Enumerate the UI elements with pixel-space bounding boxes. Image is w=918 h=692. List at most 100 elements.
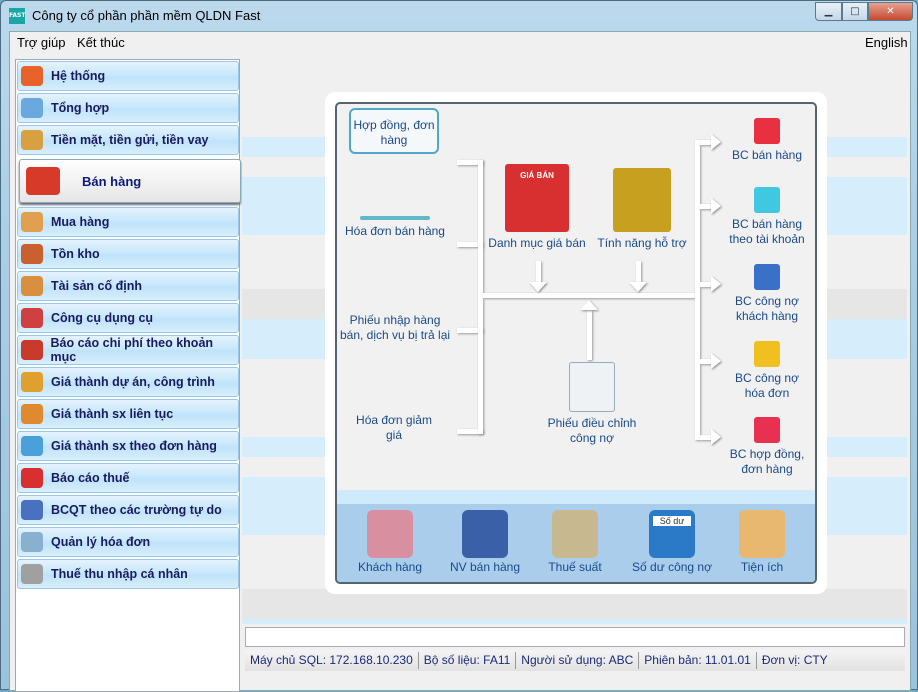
sidebar-item[interactable]: Báo cáo thuế (17, 463, 239, 493)
shortcut-label: Khách hàng (357, 560, 423, 574)
sidebar-item-label: BCQT theo các trường tự do (51, 503, 222, 517)
shortcut-item[interactable]: Khách hàng (345, 510, 435, 574)
title-bar: FAST Công ty cổ phần phần mềm QLDN Fast … (1, 1, 918, 31)
balance-book-icon-badge: Số dư (653, 516, 691, 526)
sidebar-item-label: Giá thành sx theo đơn hàng (51, 439, 217, 453)
bank-icon (21, 130, 43, 150)
report-item[interactable]: BC bán hàng theo tài khoản (725, 187, 809, 247)
node-label: Hợp đồng, đơn hàng (353, 118, 435, 147)
sidebar-item-label: Công cụ dụng cụ (51, 311, 154, 325)
sidebar-item[interactable]: Tồn kho (17, 239, 239, 269)
truck-icon (26, 167, 60, 195)
chart-icon (21, 98, 43, 118)
sidebar-item[interactable]: Báo cáo chi phí theo khoản mục (17, 335, 239, 365)
sidebar-item[interactable]: Quản lý hóa đơn (17, 527, 239, 557)
node-label: Hóa đơn bán hàng (345, 224, 445, 238)
sidebar-item-label: Giá thành sx liên tục (51, 407, 174, 421)
sidebar-item-label: Bán hàng (82, 173, 142, 189)
status-field: Người sử dụng: ABC (516, 652, 640, 669)
status-field: Bộ số liệu: FA11 (419, 652, 517, 669)
node-label: Phiếu điều chỉnh công nợ (547, 416, 637, 445)
sidebar-item-label: Thuế thu nhập cá nhân (51, 567, 188, 581)
calculator-icon (21, 436, 43, 456)
report-item[interactable]: BC công nợ khách hàng (725, 264, 809, 324)
shortcut-item[interactable]: Số dư Số dư công nợ (627, 510, 717, 574)
sidebar: Hệ thống Tổng hợp Tiền mặt, tiền gửi, tiền… (15, 59, 241, 692)
sidebar-item-label: Hệ thống (51, 69, 106, 83)
shortcut-label: NV bán hàng (449, 560, 521, 574)
minimize-button[interactable]: ▁ (815, 2, 842, 21)
warehouse-icon (21, 244, 43, 264)
diagram-item-left[interactable]: Hóa đơn bán hàng (345, 216, 445, 239)
app-logo-icon: FAST (9, 8, 25, 24)
sidebar-item-label: Tổng hợp (51, 101, 110, 115)
diagram-item-left[interactable]: Phiếu nhập hàng bán, dịch vụ bị trả lại (339, 309, 451, 343)
adjustment-form-icon (569, 362, 615, 412)
sidebar-item[interactable]: Hệ thống (17, 61, 239, 91)
report-item[interactable]: BC công nợ hóa đơn (725, 341, 809, 401)
shortcut-item[interactable]: Thuế suất (530, 510, 620, 574)
shortcut-item[interactable]: NV bán hàng (440, 510, 530, 574)
client-area: Trợ giúp Kết thúc English Hệ thống Tổng h… (9, 31, 911, 692)
sales-staff-icon (462, 510, 508, 558)
cart-icon (21, 500, 43, 520)
sidebar-item[interactable]: BCQT theo các trường tự do (17, 495, 239, 525)
toolbox-icon (21, 308, 43, 328)
menu-exit[interactable]: Kết thúc (77, 35, 125, 50)
shortcut-item[interactable]: Tiện ích (717, 510, 807, 574)
node-label: Hóa đơn giảm giá (356, 413, 432, 442)
maximize-button[interactable]: □ (842, 2, 868, 21)
node-label: Tính năng hỗ trợ (597, 236, 687, 250)
sidebar-item[interactable]: Thuế thu nhập cá nhân (17, 559, 239, 589)
window-title: Công ty cổ phần phần mềm QLDN Fast (32, 8, 261, 23)
status-bar: Máy chủ SQL: 172.168.10.230 Bộ số liệu: F… (245, 650, 905, 671)
sidebar-item[interactable]: Tiền mặt, tiền gửi, tiền vay (17, 125, 239, 155)
sidebar-item-label: Báo cáo chi phí theo khoản mục (50, 336, 214, 364)
shortcut-label: Số dư công nợ (632, 560, 712, 574)
sidebar-item[interactable]: Tài sản cố định (17, 271, 239, 301)
report-item[interactable]: BC bán hàng (725, 118, 809, 163)
person-icon (21, 564, 43, 584)
customers-icon (367, 510, 413, 558)
sidebar-item[interactable]: Tổng hợp (17, 93, 239, 123)
report-book-icon (754, 417, 780, 443)
report-book-icon (754, 341, 780, 367)
sidebar-item-label: Mua hàng (51, 215, 110, 229)
report-book-icon (754, 264, 780, 290)
report-book-icon (754, 187, 780, 213)
sidebar-item[interactable]: Giá thành sx liên tục (17, 399, 239, 429)
main-area: Hợp đồng, đơn hàng Hóa đơn bán hàng Phiếu … (242, 59, 907, 624)
diagram-item-middle[interactable]: GIÁ BÁN Danh mục giá bán (487, 164, 587, 251)
sidebar-item-label: Quản lý hóa đơn (51, 535, 151, 549)
sidebar-item[interactable]: Giá thành sx theo đơn hàng (17, 431, 239, 461)
dollar-briefcase-icon (613, 168, 671, 232)
close-button[interactable]: ✕ (868, 2, 913, 21)
report-item[interactable]: BC hợp đồng, đơn hàng (725, 417, 809, 477)
node-label: BC bán hàng theo tài khoản (729, 217, 805, 246)
diagram-item-middle[interactable]: Tính năng hỗ trợ (592, 168, 692, 251)
sidebar-item-label: Tài sản cố định (51, 279, 142, 293)
shortcut-label: Tiện ích (740, 560, 784, 574)
node-label: Danh mục giá bán (488, 236, 586, 250)
language-english[interactable]: English (865, 35, 908, 50)
status-field: Máy chủ SQL: 172.168.10.230 (245, 652, 419, 669)
diagram-item-left[interactable]: Hóa đơn giảm giá (349, 409, 439, 443)
diagram-item-middle[interactable]: Phiếu điều chỉnh công nợ (537, 362, 647, 446)
cog-icon (21, 404, 43, 424)
workflow-diagram: Hợp đồng, đơn hàng Hóa đơn bán hàng Phiếu … (335, 102, 817, 584)
node-label: BC bán hàng (731, 148, 803, 162)
sidebar-item[interactable]: Mua hàng (17, 207, 239, 237)
diagram-item-left[interactable]: Hợp đồng, đơn hàng (349, 108, 439, 154)
percent-icon (21, 468, 43, 488)
sidebar-item[interactable]: Giá thành dự án, công trình (17, 367, 239, 397)
sidebar-item[interactable]: Bán hàng (19, 159, 241, 203)
house-icon (21, 276, 43, 296)
node-label: BC hợp đồng, đơn hàng (729, 447, 805, 476)
report-book-icon (754, 118, 780, 144)
status-input[interactable] (245, 627, 905, 647)
node-label: BC công nợ hóa đơn (735, 371, 799, 400)
sidebar-item-label: Tồn kho (51, 247, 100, 261)
balance-book-icon: Số dư (649, 510, 695, 558)
sidebar-item[interactable]: Công cụ dụng cụ (17, 303, 239, 333)
menu-help[interactable]: Trợ giúp (17, 35, 66, 50)
